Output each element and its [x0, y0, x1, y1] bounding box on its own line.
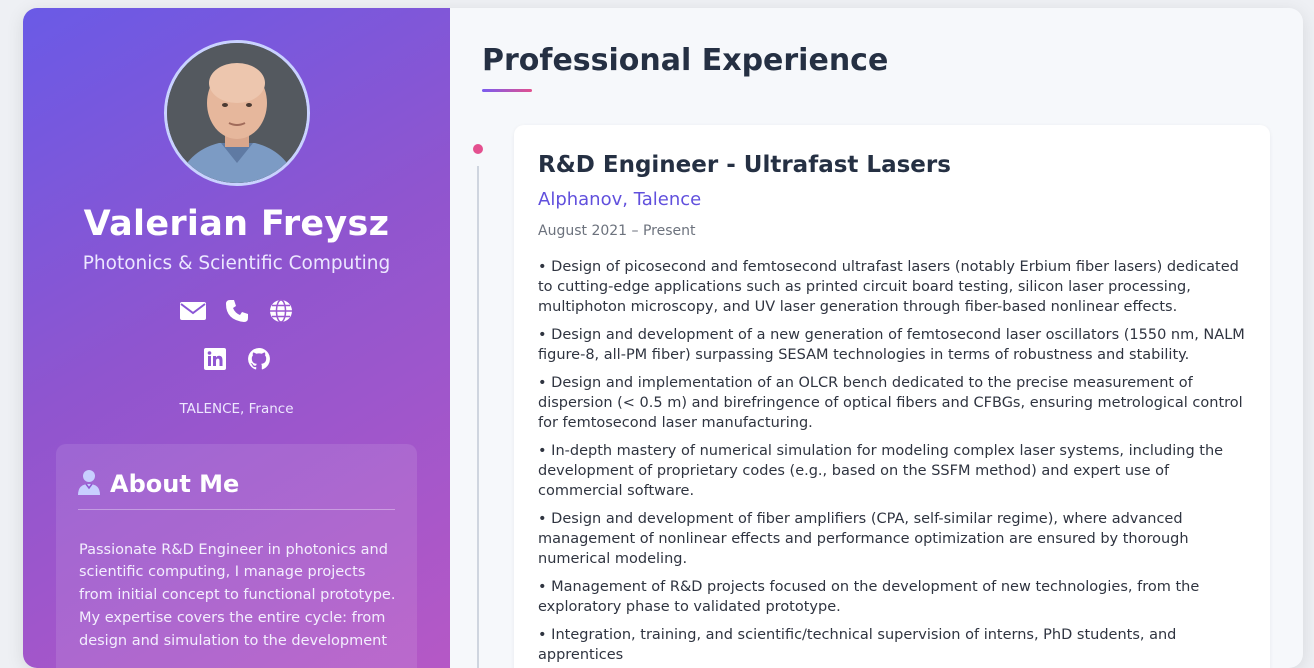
section-title: Professional Experience: [482, 43, 889, 78]
duty-item: • Design and implementation of an OLCR b…: [538, 375, 1243, 431]
about-header: About Me: [78, 469, 395, 510]
github-icon[interactable]: [246, 346, 272, 372]
title-underline: [482, 89, 532, 92]
about-section: About Me Passionate R&D Engineer in phot…: [56, 444, 417, 668]
duty-item: • Management of R&D projects focused on …: [538, 579, 1200, 615]
job-title: R&D Engineer - Ultrafast Lasers: [538, 152, 951, 178]
job-card: R&D Engineer - Ultrafast Lasers Alphanov…: [514, 125, 1270, 668]
avatar: [164, 40, 310, 186]
envelope-icon[interactable]: [179, 298, 206, 324]
timeline-line: [477, 166, 479, 668]
job-duties: • Design of picosecond and femtosecond u…: [538, 257, 1253, 668]
profile-subtitle: Photonics & Scientific Computing: [82, 253, 391, 274]
linkedin-icon[interactable]: [202, 346, 228, 372]
timeline-dot: [473, 144, 483, 154]
job-dates: August 2021 – Present: [538, 223, 696, 239]
duty-item: • Integration, training, and scientific/…: [538, 627, 1177, 663]
contact-icons: [23, 298, 450, 324]
about-text: Passionate R&D Engineer in photonics and…: [79, 541, 396, 649]
phone-icon[interactable]: [224, 298, 250, 324]
duty-item: • In-depth mastery of numerical simulati…: [538, 443, 1224, 499]
resume-card: Valerian Freysz Photonics & Scientific C…: [23, 8, 1303, 668]
job-company: Alphanov, Talence: [538, 189, 702, 210]
globe-icon[interactable]: [268, 298, 294, 324]
sidebar: Valerian Freysz Photonics & Scientific C…: [23, 8, 450, 668]
duty-item: • Design of picosecond and femtosecond u…: [538, 259, 1239, 315]
duty-item: • Design and development of a new genera…: [538, 327, 1245, 363]
duty-item: • Design and development of fiber amplif…: [538, 511, 1189, 567]
about-title: About Me: [110, 470, 240, 498]
main-content: Professional Experience R&D Engineer - U…: [450, 8, 1303, 668]
profile-name: Valerian Freysz: [83, 204, 390, 244]
social-icons: [23, 346, 450, 372]
user-icon: [78, 469, 100, 499]
profile-location: TALENCE, France: [179, 401, 294, 417]
